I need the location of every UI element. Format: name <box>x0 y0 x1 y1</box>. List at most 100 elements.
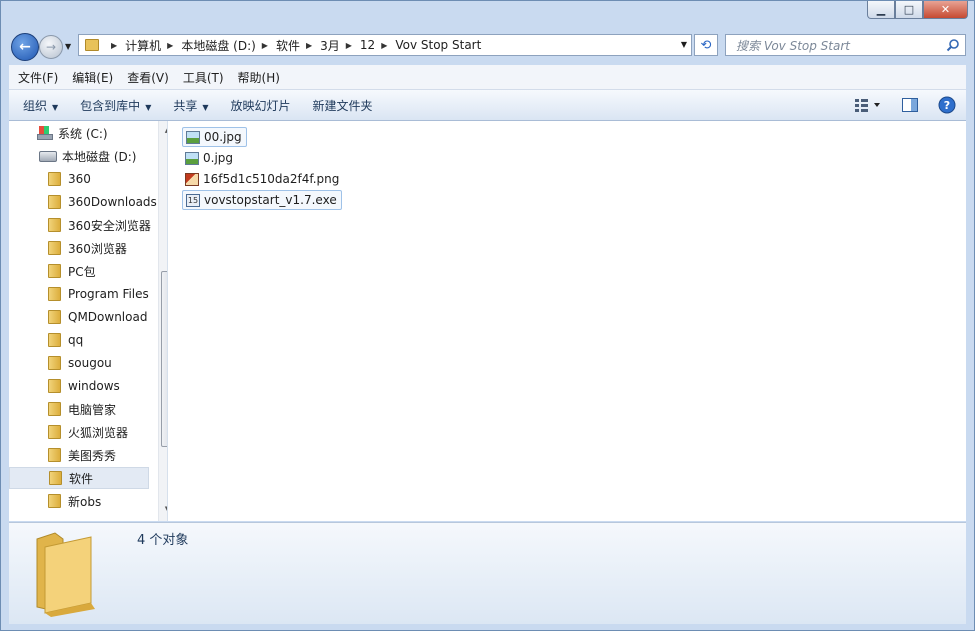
tree-item[interactable]: Program Files <box>9 283 149 305</box>
help-icon[interactable]: ? <box>938 96 956 114</box>
file-name: 0.jpg <box>203 151 234 165</box>
maximize-button[interactable]: □ <box>895 1 923 19</box>
file-name: 00.jpg <box>204 130 242 144</box>
image-file-icon <box>185 172 199 186</box>
scrollbar-thumb[interactable] <box>161 271 167 447</box>
folder-icon <box>36 532 95 617</box>
search-input[interactable] <box>734 36 943 56</box>
image-file-icon <box>185 151 199 165</box>
breadcrumb-separator-icon[interactable]: ▶ <box>346 41 352 50</box>
file-item[interactable]: 00.jpg <box>182 127 247 147</box>
close-button[interactable]: ✕ <box>923 1 968 19</box>
explorer-window: ▁ □ ✕ ← → ▼ ▶ 计算机 ▶ 本地磁盘 (D:) ▶ 软件 ▶ 3月 ▶ 12 ▶ Vov … <box>0 0 975 631</box>
tree-item[interactable]: 360Downloads <box>9 191 157 213</box>
breadcrumb-item[interactable]: 本地磁盘 (D:) <box>181 37 255 54</box>
menu-item[interactable]: 帮助(H) <box>233 69 285 86</box>
tree-item-label: 系统 (C:) <box>58 126 108 141</box>
address-dropdown[interactable]: ▼ <box>681 40 687 49</box>
tree-item[interactable]: windows <box>9 375 149 397</box>
dropdown-arrow-icon: ▼ <box>202 102 209 112</box>
tree-item-label: 360 <box>68 172 91 186</box>
breadcrumb-separator-icon[interactable]: ▶ <box>306 41 312 50</box>
scroll-up-button[interactable]: ▲ <box>159 121 167 138</box>
tree-item[interactable]: QMDownload <box>9 306 149 328</box>
breadcrumb-separator-icon[interactable]: ▶ <box>262 41 268 50</box>
tree-item[interactable]: 360 <box>9 168 149 190</box>
tree-item-label: PC包 <box>68 264 96 279</box>
folder-icon <box>48 333 61 347</box>
view-options-icon[interactable] <box>854 98 882 112</box>
tree-item-label: sougou <box>68 356 112 370</box>
share-label: 共享 <box>173 98 198 113</box>
folder-icon <box>48 241 61 255</box>
refresh-button[interactable]: ⟲ <box>694 34 718 56</box>
breadcrumb-separator-icon[interactable]: ▶ <box>381 41 387 50</box>
include-in-library-button[interactable]: 包含到库中 ▼ <box>72 97 159 114</box>
tree-item[interactable]: sougou <box>9 352 149 374</box>
folder-icon <box>48 402 61 416</box>
file-item[interactable]: 16f5d1c510da2f4f.png <box>182 169 343 189</box>
dropdown-arrow-icon: ▼ <box>145 102 152 112</box>
search-icon[interactable] <box>946 38 960 52</box>
forward-button[interactable]: → <box>39 35 63 59</box>
organize-label: 组织 <box>23 98 48 113</box>
tree-item[interactable]: 电脑管家 <box>9 398 149 420</box>
breadcrumb-item[interactable]: 计算机 <box>125 37 161 54</box>
search-box[interactable] <box>725 34 966 56</box>
tree-item[interactable]: PC包 <box>9 260 149 282</box>
tree-item-label: 360安全浏览器 <box>68 218 151 233</box>
folder-icon <box>48 172 61 186</box>
tree-item-label: QMDownload <box>68 310 148 324</box>
tree-item[interactable]: qq <box>9 329 149 351</box>
details-pane: 4 个对象 <box>9 522 966 624</box>
tree-item[interactable]: 美图秀秀 <box>9 444 149 466</box>
file-item[interactable]: 0.jpg <box>182 148 237 168</box>
breadcrumb-separator-icon[interactable]: ▶ <box>167 41 173 50</box>
minimize-button[interactable]: ▁ <box>867 1 895 19</box>
breadcrumb-item[interactable]: 软件 <box>276 37 300 54</box>
breadcrumb-item[interactable]: 3月 <box>320 37 340 54</box>
caption-buttons: ▁ □ ✕ <box>867 1 968 21</box>
folder-icon <box>48 356 61 370</box>
file-name: vovstopstart_v1.7.exe <box>204 193 337 207</box>
tree-item[interactable]: 系统 (C:) <box>9 122 149 144</box>
folder-icon <box>48 310 61 324</box>
command-bar: 组织 ▼ 包含到库中 ▼ 共享 ▼ 放映幻灯片 新建文件夹 ? <box>9 90 966 121</box>
recent-pages-dropdown[interactable]: ▼ <box>65 42 71 51</box>
folder-icon <box>48 494 61 508</box>
organize-button[interactable]: 组织 ▼ <box>15 97 66 114</box>
menu-item[interactable]: 工具(T) <box>178 69 229 86</box>
share-button[interactable]: 共享 ▼ <box>165 97 216 114</box>
slideshow-button[interactable]: 放映幻灯片 <box>223 97 299 114</box>
dropdown-arrow-icon: ▼ <box>52 102 59 112</box>
tree-item-label: 火狐浏览器 <box>68 425 129 440</box>
tree-scrollbar[interactable]: ▲ ▼ <box>158 121 167 521</box>
tree-item-label: 360Downloads <box>68 195 157 209</box>
file-item[interactable]: 15 vovstopstart_v1.7.exe <box>182 190 342 210</box>
back-button[interactable]: ← <box>11 33 39 61</box>
tree-item[interactable]: 360安全浏览器 <box>9 214 151 236</box>
tree-item-label: 新obs <box>68 494 102 509</box>
preview-pane-icon[interactable] <box>902 98 918 112</box>
breadcrumb-item[interactable]: 12 <box>360 38 375 52</box>
tree-item[interactable]: 火狐浏览器 <box>9 421 149 443</box>
tree-item-label: windows <box>68 379 120 393</box>
breadcrumb-separator-icon[interactable]: ▶ <box>111 41 117 50</box>
navigation-bar: ← → ▼ ▶ 计算机 ▶ 本地磁盘 (D:) ▶ 软件 ▶ 3月 ▶ 12 ▶ Vov Stop S… <box>1 29 974 63</box>
scroll-down-button[interactable]: ▼ <box>159 500 167 517</box>
menu-item[interactable]: 查看(V) <box>122 69 174 86</box>
tree-item[interactable]: 软件 <box>9 467 149 489</box>
tree-item[interactable]: 新obs <box>9 490 149 512</box>
svg-text:?: ? <box>944 99 950 112</box>
tree-item[interactable]: 360浏览器 <box>9 237 149 259</box>
address-bar[interactable]: ▶ 计算机 ▶ 本地磁盘 (D:) ▶ 软件 ▶ 3月 ▶ 12 ▶ Vov Stop Start ▼ <box>78 34 692 56</box>
menu-bar: 文件(F) 编辑(E) 查看(V) 工具(T) 帮助(H) <box>9 65 966 90</box>
new-folder-button[interactable]: 新建文件夹 <box>305 97 381 114</box>
folder-icon <box>48 448 61 462</box>
folder-icon <box>85 39 99 51</box>
tree-item[interactable]: 本地磁盘 (D:) <box>9 145 149 167</box>
menu-item[interactable]: 文件(F) <box>13 69 63 86</box>
menu-item[interactable]: 编辑(E) <box>67 69 118 86</box>
breadcrumb-item[interactable]: Vov Stop Start <box>395 38 481 52</box>
file-list: 00.jpg 0.jpg 16f5d1c510da2f4f.png 15 vovstop… <box>168 121 966 521</box>
